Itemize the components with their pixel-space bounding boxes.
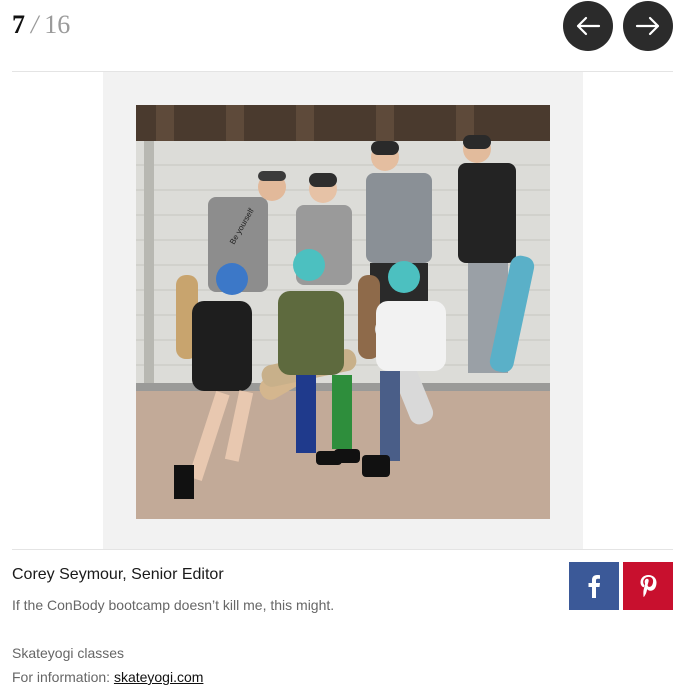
info-label: For information: — [12, 669, 114, 685]
facebook-icon — [588, 575, 600, 598]
arrow-right-icon — [635, 16, 660, 36]
total-slide-count: 16 — [44, 10, 71, 39]
photo-caption: If the ConBody bootcamp doesn’t kill me,… — [12, 597, 335, 613]
facebook-share-button[interactable] — [569, 562, 619, 610]
pinterest-share-button[interactable] — [623, 562, 673, 610]
pinterest-icon — [640, 575, 657, 597]
arrow-left-icon — [576, 16, 601, 36]
slide-counter: 7/16 — [12, 8, 70, 42]
current-slide-number: 7 — [12, 10, 25, 39]
photo-credit: Corey Seymour, Senior Editor — [12, 566, 224, 583]
previous-slide-button[interactable] — [563, 1, 613, 51]
next-slide-button[interactable] — [623, 1, 673, 51]
caption-divider — [12, 549, 673, 550]
slide-photo: Be yourself — [136, 105, 550, 519]
info-title: Skateyogi classes — [12, 645, 125, 661]
info-line: For information: skateyogi.com — [12, 669, 203, 685]
slide-separator: / — [31, 10, 39, 39]
info-link[interactable]: skateyogi.com — [114, 669, 203, 685]
